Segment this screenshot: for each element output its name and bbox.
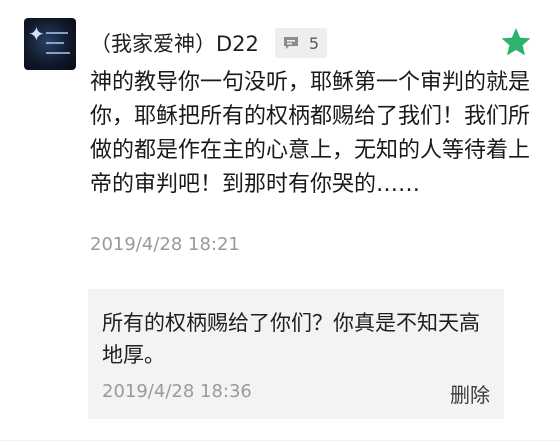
star-icon[interactable] (500, 26, 532, 58)
comment-header: （我家爱神）D22 5 (90, 26, 328, 60)
divider (0, 440, 560, 441)
reply-timestamp: 2019/4/28 18:36 (102, 381, 252, 402)
avatar-decoration (46, 42, 64, 44)
reply-count-badge[interactable]: 5 (274, 28, 328, 58)
comment-timestamp: 2019/4/28 18:21 (90, 234, 240, 255)
reply-text: 所有的权柄赐给了你们？你真是不知天高地厚。 (102, 311, 480, 367)
comment-text: 神的教导你一句没听，耶稣第一个审判的就是你，耶稣把所有的权柄都赐给了我们！我们所… (90, 70, 531, 197)
comment-icon (283, 37, 298, 49)
reply-count: 5 (308, 33, 320, 53)
avatar-decoration (46, 52, 70, 54)
reply-box: 所有的权柄赐给了你们？你真是不知天高地厚。 2019/4/28 18:36 删除 (88, 289, 504, 419)
avatar-decoration (46, 32, 68, 34)
avatar[interactable]: ✦ (24, 18, 76, 70)
delete-button[interactable]: 删除 (450, 379, 490, 408)
avatar-glyph: ✦ (28, 22, 45, 46)
username[interactable]: （我家爱神）D22 (90, 28, 259, 58)
